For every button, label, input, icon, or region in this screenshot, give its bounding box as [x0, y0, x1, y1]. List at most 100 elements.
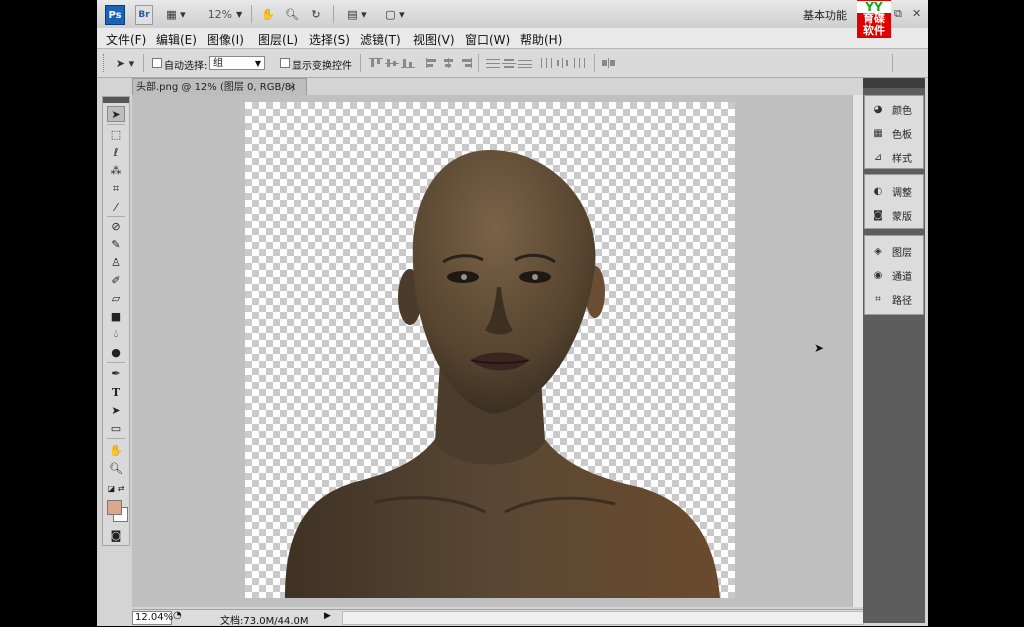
magnifier-icon: 🔍︎: [109, 461, 123, 475]
chevron-down-icon: ▼: [236, 9, 243, 19]
align-vcenter-icon[interactable]: [385, 58, 399, 68]
panel-layers[interactable]: ◈ 图层: [865, 240, 923, 262]
auto-select-checkbox[interactable]: [152, 58, 162, 68]
move-tool[interactable]: ➤: [107, 106, 125, 122]
menu-edit[interactable]: 编辑(E): [156, 31, 197, 48]
healing-brush-tool[interactable]: ⊘: [107, 218, 125, 234]
panel-styles-label: 样式: [892, 153, 912, 165]
quick-mask-icon: ◙: [110, 528, 122, 542]
history-brush-tool[interactable]: ✐: [107, 272, 125, 288]
menu-window[interactable]: 窗口(W): [465, 31, 510, 48]
divider: [107, 216, 125, 217]
pen-tool[interactable]: ✒: [107, 365, 125, 381]
gradient-tool[interactable]: ■: [107, 308, 125, 324]
image-canvas[interactable]: [245, 102, 735, 598]
close-icon[interactable]: ×: [288, 79, 296, 96]
auto-select-value: 组: [213, 58, 223, 69]
divider: [107, 362, 125, 363]
panel-styles[interactable]: ⊿ 样式: [865, 146, 923, 168]
zoom-field[interactable]: 12.04%: [132, 611, 173, 625]
hand-tool-button[interactable]: ✋: [259, 5, 277, 23]
menu-select[interactable]: 选择(S): [309, 31, 350, 48]
tools-panel: ➤ ⬚ ℓ ⁂ ⌗ ⁄ ⊘ ✎ ♙ ✐ ▱ ■ 💧︎ ● ✒ T ➤ ▭ ✋ 🔍…: [102, 96, 130, 546]
auto-select-dropdown[interactable]: 组 ▼: [209, 56, 265, 70]
rotate-icon: ↻: [311, 7, 321, 21]
workspace-switcher[interactable]: 基本功能: [803, 7, 847, 23]
screen-mode-button[interactable]: ▢ ▾: [381, 5, 409, 23]
status-icon[interactable]: ◔: [173, 610, 182, 621]
zoom-tool-button[interactable]: 🔍︎: [283, 5, 301, 23]
quick-mask-button[interactable]: ◙: [107, 527, 125, 543]
type-icon: T: [111, 385, 121, 399]
menu-filter[interactable]: 滤镜(T): [360, 31, 401, 48]
stamp-icon: ♙: [111, 255, 121, 269]
quick-selection-tool[interactable]: ⁂: [107, 162, 125, 178]
rotate-view-button[interactable]: ↻: [307, 5, 325, 23]
arrange-documents-button[interactable]: ▤ ▾: [343, 5, 371, 23]
history-brush-icon: ✐: [111, 273, 121, 287]
distribute-hcenter-icon[interactable]: [556, 58, 570, 68]
distribute-top-icon[interactable]: [486, 58, 500, 68]
panel-channels[interactable]: ◉ 通道: [865, 264, 923, 286]
menu-file[interactable]: 文件(F): [106, 31, 146, 48]
eraser-tool[interactable]: ▱: [107, 290, 125, 306]
menu-image[interactable]: 图像(I): [207, 31, 244, 48]
type-tool[interactable]: T: [107, 384, 125, 400]
distribute-vcenter-icon[interactable]: [502, 58, 516, 68]
panel-paths[interactable]: ⌗ 路径: [865, 288, 923, 310]
path-selection-tool[interactable]: ➤: [107, 402, 125, 418]
align-bottom-icon[interactable]: [401, 58, 415, 68]
adjustments-icon: ◐: [873, 185, 883, 197]
foreground-color-swatch[interactable]: [107, 500, 122, 515]
photoshop-window: Ps Br ▦ ▾ 12% ▼ ✋ 🔍︎ ↻ ▤ ▾ ▢ ▾ 基本功能 YY 育…: [97, 0, 928, 627]
hand-tool[interactable]: ✋: [107, 442, 125, 458]
brush-tool[interactable]: ✎: [107, 236, 125, 252]
panel-adjustments-label: 调整: [892, 187, 912, 199]
portrait-image: [285, 150, 720, 598]
zoom-tool[interactable]: 🔍︎: [107, 460, 125, 476]
panel-color[interactable]: ◕ 颜色: [865, 98, 923, 120]
document-size-info: 文档:73.0M/44.0M: [220, 616, 309, 627]
align-left-icon[interactable]: [426, 58, 440, 68]
status-menu-arrow-icon[interactable]: ▶: [324, 611, 331, 621]
restore-button[interactable]: ⧉: [894, 7, 902, 21]
dodge-tool[interactable]: ●: [107, 344, 125, 360]
brush-icon: ✎: [111, 237, 121, 251]
zoom-level-dropdown[interactable]: 12% ▼: [205, 5, 245, 23]
tool-preset-picker[interactable]: ➤ ▾: [111, 54, 139, 72]
clone-stamp-tool[interactable]: ♙: [107, 254, 125, 270]
show-transform-checkbox[interactable]: [280, 58, 290, 68]
color-swap-controls[interactable]: ◪ ⇄: [107, 480, 125, 496]
styles-icon: ⊿: [873, 151, 883, 163]
close-button[interactable]: ✕: [912, 7, 921, 20]
panel-adjustments[interactable]: ◐ 调整: [865, 180, 923, 202]
eyedropper-tool[interactable]: ⁄: [107, 199, 125, 215]
divider: [594, 54, 595, 72]
swatches-icon: ▦: [873, 127, 883, 139]
distribute-bottom-icon[interactable]: [518, 58, 532, 68]
panel-group-color: ◕ 颜色 ▦ 色板 ⊿ 样式: [864, 95, 924, 169]
align-hcenter-icon[interactable]: [442, 58, 456, 68]
document-window: ➤: [132, 95, 864, 607]
distribute-right-icon[interactable]: [572, 58, 586, 68]
align-right-icon[interactable]: [458, 58, 472, 68]
quick-selection-icon: ⁂: [110, 163, 122, 177]
menu-help[interactable]: 帮助(H): [520, 31, 562, 48]
shape-tool[interactable]: ▭: [107, 420, 125, 436]
auto-align-layers-icon[interactable]: [602, 58, 616, 68]
divider: [107, 438, 125, 439]
marquee-tool[interactable]: ⬚: [107, 126, 125, 142]
lasso-tool[interactable]: ℓ: [107, 144, 125, 160]
blur-tool[interactable]: 💧︎: [107, 326, 125, 342]
view-extras-button[interactable]: ▦ ▾: [161, 5, 191, 23]
bridge-button[interactable]: Br: [135, 5, 153, 25]
menu-view[interactable]: 视图(V): [413, 31, 455, 48]
distribute-left-icon[interactable]: [540, 58, 554, 68]
panel-swatches[interactable]: ▦ 色板: [865, 122, 923, 144]
panel-masks[interactable]: ◙ 蒙版: [865, 204, 923, 226]
menu-layer[interactable]: 图层(L): [258, 31, 298, 48]
panel-group-adjust: ◐ 调整 ◙ 蒙版: [864, 174, 924, 229]
crop-tool[interactable]: ⌗: [107, 181, 125, 197]
horizontal-scrollbar[interactable]: [342, 611, 864, 625]
align-top-icon[interactable]: [369, 58, 383, 68]
